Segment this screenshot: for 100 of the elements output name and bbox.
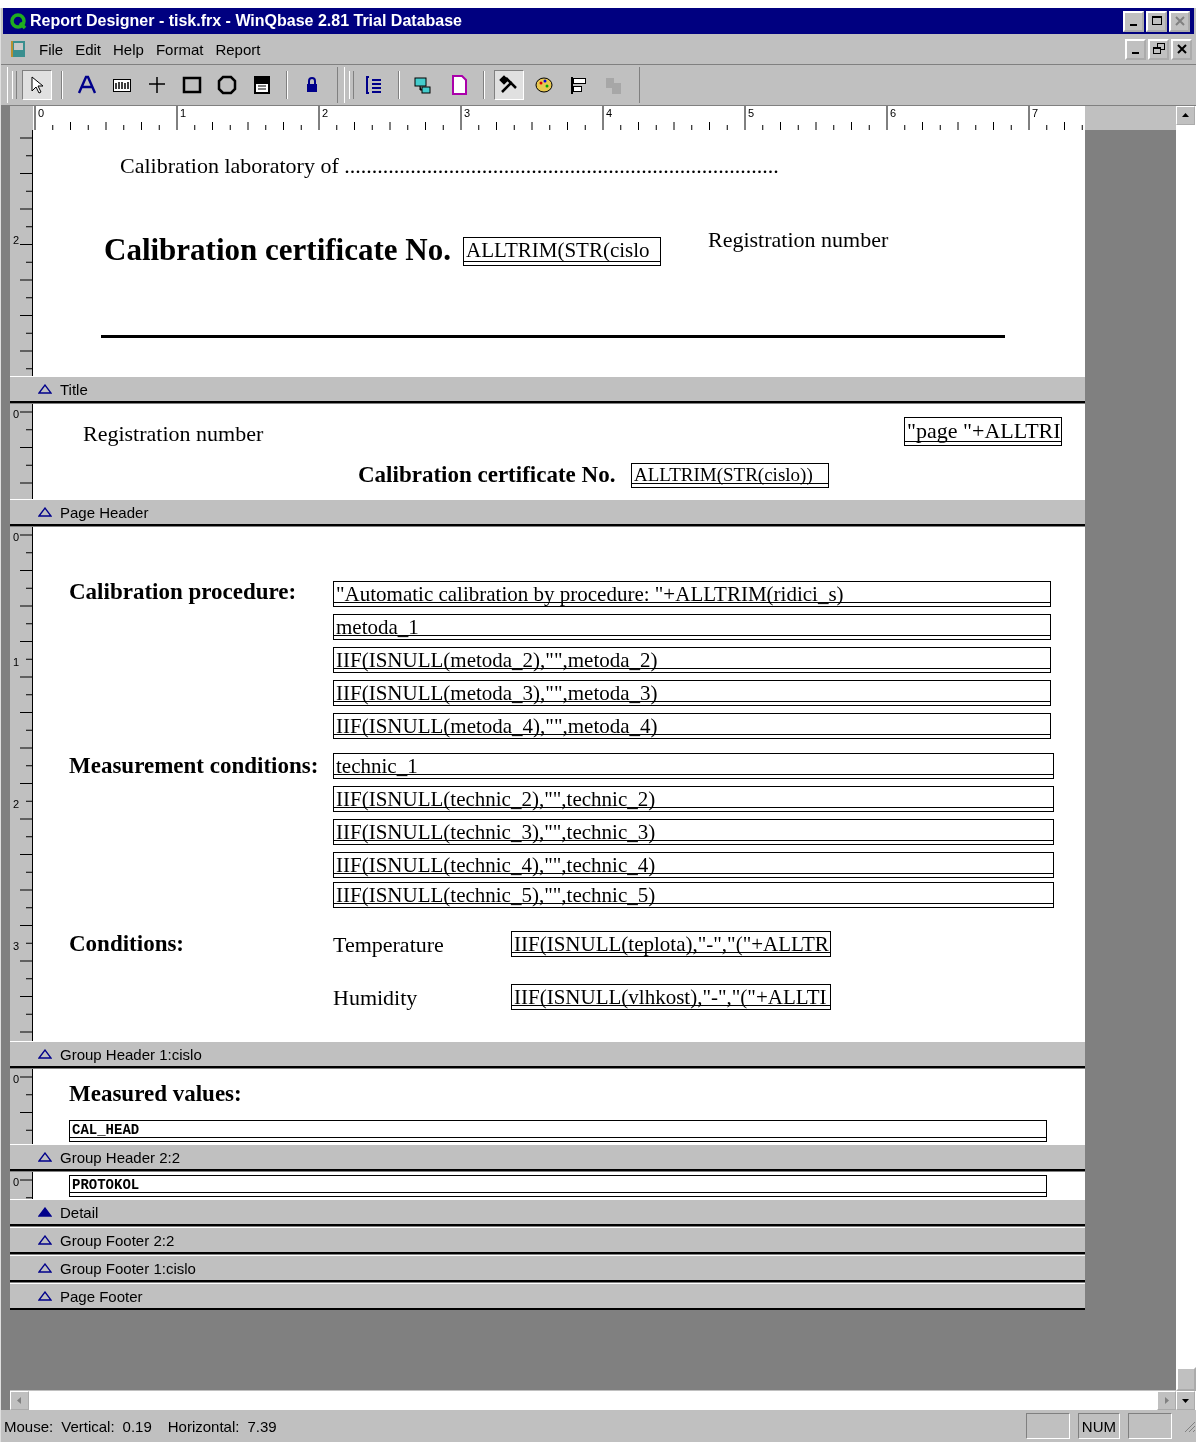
picture-icon — [251, 74, 273, 96]
scroll-left-icon[interactable] — [10, 1391, 29, 1410]
status-label: Vertical: — [61, 1417, 115, 1435]
minimize-button[interactable] — [1125, 38, 1146, 60]
status-value: 0.19 — [122, 1417, 152, 1435]
scroll-thumb[interactable] — [1176, 1367, 1196, 1391]
close-icon — [1174, 42, 1189, 56]
report-field[interactable]: ALLTRIM(STR(cislo — [463, 237, 661, 266]
horizontal-scrollbar[interactable] — [10, 1390, 1176, 1410]
restore-button[interactable] — [1148, 38, 1169, 60]
ruler-label: 0 — [13, 408, 20, 420]
report-title[interactable]: Calibration certificate No. — [104, 230, 451, 268]
report-field[interactable]: IIF(ISNULL(metoda_3),"",metoda_3) — [333, 680, 1051, 706]
app-logo-icon — [9, 12, 27, 30]
band-bar[interactable]: Detail — [10, 1199, 1085, 1226]
report-field[interactable]: IIF(ISNULL(vlhkost),"-","("+ALLTI — [511, 984, 831, 1010]
report-field[interactable]: IIF(ISNULL(technic_5),"",technic_5) — [333, 882, 1054, 908]
maximize-button[interactable] — [1146, 10, 1167, 32]
band-bar[interactable]: Title — [10, 376, 1085, 403]
band-bar[interactable]: Page Footer — [10, 1283, 1085, 1310]
report-heading[interactable]: Conditions: — [69, 929, 185, 959]
ruler-label: 2 — [13, 234, 20, 246]
band-label: Page Footer — [60, 1287, 143, 1305]
restore-icon — [1151, 42, 1166, 56]
report-field[interactable]: IIF(ISNULL(technic_4),"",technic_4) — [333, 852, 1054, 878]
close-button[interactable] — [1171, 38, 1192, 60]
ruler-label: 2 — [13, 798, 20, 810]
menu-item[interactable]: File — [35, 38, 72, 60]
toolbar-button[interactable] — [22, 70, 52, 100]
text-icon — [76, 74, 98, 96]
band-label: Detail — [60, 1203, 99, 1221]
rectangle-icon — [181, 74, 203, 96]
minimize-button[interactable] — [1123, 10, 1144, 32]
report-field[interactable]: IIF(ISNULL(metoda_4),"",metoda_4) — [333, 713, 1051, 739]
ruler-label: 1 — [180, 107, 187, 119]
report-label[interactable]: Registration number — [708, 226, 889, 254]
ruler-label: 1 — [13, 656, 20, 668]
report-label[interactable]: Registration number — [83, 420, 264, 448]
report-field[interactable]: IIF(ISNULL(technic_3),"",technic_3) — [333, 819, 1054, 845]
report-heading[interactable]: Measured values: — [69, 1079, 242, 1109]
ruler-label: 0 — [13, 531, 20, 543]
ruler-label: 0 — [38, 107, 45, 119]
ruler-label: 6 — [890, 107, 897, 119]
ruler — [10, 1172, 33, 1199]
band-bar[interactable]: Group Header 1:cislo — [10, 1041, 1085, 1068]
band-bar[interactable]: Group Footer 1:cislo — [10, 1255, 1085, 1282]
status-panel — [1128, 1413, 1172, 1439]
ruler-label: 5 — [748, 107, 755, 119]
report-field[interactable]: technic_1 — [333, 753, 1054, 779]
window-title: Report Designer - tisk.frx - WinQbase 2.81 Trial Database — [30, 12, 462, 30]
band-label: Group Header 1:cislo — [60, 1045, 202, 1063]
resize-grip-icon[interactable] — [1182, 1419, 1196, 1433]
status-label: Mouse: — [4, 1417, 54, 1435]
ruler-label: 3 — [13, 940, 20, 952]
band-bar[interactable]: Group Footer 2:2 — [10, 1227, 1085, 1254]
toolbar-button[interactable] — [494, 70, 524, 100]
menu-item[interactable]: Report — [211, 38, 269, 60]
report-label[interactable]: Humidity — [333, 984, 418, 1012]
close-button[interactable] — [1169, 10, 1190, 32]
report-field[interactable]: IIF(ISNULL(metoda_2),"",metoda_2) — [333, 647, 1051, 673]
ruler-label: 0 — [13, 1176, 20, 1188]
report-field[interactable]: CAL_HEAD — [69, 1120, 1047, 1142]
scroll-up-icon[interactable] — [1176, 106, 1195, 125]
close-icon — [1172, 14, 1187, 28]
ruler-label: 3 — [464, 107, 471, 119]
vertical-scrollbar[interactable] — [1176, 106, 1196, 1410]
report-field[interactable]: "Automatic calibration by procedure: "+ALLTRIM(ridici_s) — [333, 581, 1051, 607]
band-bar[interactable]: Page Header — [10, 499, 1085, 526]
palette-icon — [533, 74, 555, 96]
status-indicator: NUM — [1077, 1413, 1120, 1439]
band-label: Group Header 2:2 — [60, 1148, 181, 1166]
maximize-icon — [1149, 14, 1164, 28]
report-field[interactable]: PROTOKOL — [69, 1175, 1047, 1197]
ruler-label: 7 — [1032, 107, 1039, 119]
status-value: 7.39 — [247, 1417, 277, 1435]
report-label[interactable]: Calibration laboratory of ............................................................................... — [120, 152, 779, 180]
report-label[interactable]: Temperature — [333, 931, 444, 959]
menu-item[interactable]: Edit — [71, 38, 110, 60]
band-bar[interactable]: Group Header 2:2 — [10, 1144, 1085, 1171]
menu-item[interactable]: Help — [109, 38, 152, 60]
report-field[interactable]: ALLTRIM(STR(cislo)) — [631, 463, 829, 488]
band-label: Group Footer 2:2 — [60, 1231, 175, 1249]
ruler-label: 0 — [13, 1073, 20, 1085]
report-field[interactable]: IIF(ISNULL(teplota),"-","("+ALLTR — [511, 931, 831, 957]
report-field[interactable]: "page "+ALLTRI — [904, 417, 1062, 446]
menu-item[interactable]: Format — [151, 38, 212, 60]
report-field[interactable]: metoda_1 — [333, 614, 1051, 640]
report-heading[interactable]: Calibration procedure: — [69, 577, 297, 607]
report-heading[interactable]: Calibration certificate No. — [358, 460, 616, 490]
ruler-label: 4 — [606, 107, 613, 119]
scroll-down-icon[interactable] — [1176, 1391, 1195, 1410]
scroll-right-icon[interactable] — [1157, 1391, 1176, 1410]
band-label: Page Header — [60, 503, 149, 521]
ruler-label: 2 — [322, 107, 329, 119]
band-label: Group Footer 1:cislo — [60, 1259, 196, 1277]
status-label: Horizontal: — [167, 1417, 240, 1435]
status-panel — [1025, 1413, 1070, 1439]
report-field[interactable]: IIF(ISNULL(technic_2),"",technic_2) — [333, 786, 1054, 812]
band-label: Title — [60, 380, 88, 398]
report-heading[interactable]: Measurement conditions: — [69, 751, 319, 781]
